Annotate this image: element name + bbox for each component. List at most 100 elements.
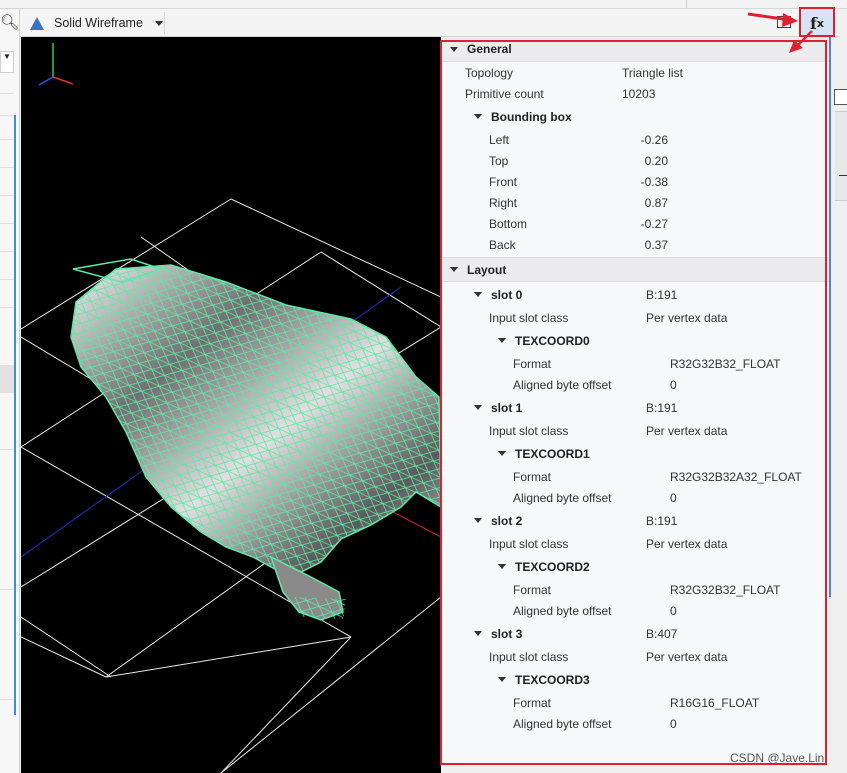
attribute-group[interactable]: TEXCOORD3 [441,667,829,692]
property-label: Input slot class [489,649,569,664]
property-value: -0.27 [640,216,668,231]
property-row-format[interactable]: Format R16G16_FLOAT [441,692,829,713]
left-row-divider [0,167,14,188]
property-label: Front [489,174,518,189]
property-row-input-slot-class[interactable]: Input slot class Per vertex data [441,646,829,667]
slot-header[interactable]: slot 3 B:407 [441,621,829,646]
slot-name: slot 3 [491,626,523,641]
property-value: Per vertex data [646,649,728,664]
left-row-divider [0,699,14,720]
property-label: Back [489,237,516,252]
property-row-input-slot-class[interactable]: Input slot class Per vertex data [441,533,829,554]
property-label: Input slot class [489,310,569,325]
property-label: Left [489,132,510,147]
chevron-down-icon [474,518,482,523]
render-mode-dropdown[interactable]: Solid Wireframe [25,12,165,34]
slot-stride: B:191 [646,400,678,415]
right-dash [839,175,847,176]
left-selected-row[interactable] [0,365,14,393]
attribute-group[interactable]: TEXCOORD0 [441,328,829,353]
property-row-aligned-byte-offset[interactable]: Aligned byte offset 0 [441,487,829,508]
bounding-box-rows: Left -0.26 Top 0.20 Front -0.38 Right 0.87 Botto… [441,129,829,255]
slot-name: slot 0 [491,287,523,302]
property-row-input-slot-class[interactable]: Input slot class Per vertex data [441,307,829,328]
property-value: 0 [670,377,677,392]
fx-icon: f [810,13,817,33]
property-value: R16G16_FLOAT [670,695,760,710]
property-label: Aligned byte offset [513,603,612,618]
property-row-format[interactable]: Format R32G32B32_FLOAT [441,353,829,374]
mesh-body [70,258,441,621]
property-row-aligned-byte-offset[interactable]: Aligned byte offset 0 [441,713,829,734]
bbox-row[interactable]: Front -0.38 [441,171,829,192]
property-row-primitive-count[interactable]: Primitive count 10203 [441,83,829,104]
property-value: 0 [670,716,677,731]
property-value: R32G32B32A32_FLOAT [670,469,802,484]
left-row-divider [0,251,14,272]
fx-button[interactable]: fx [800,9,834,37]
left-row-divider [0,139,14,160]
property-row-input-slot-class[interactable]: Input slot class Per vertex data [441,420,829,441]
bbox-row[interactable]: Bottom -0.27 [441,213,829,234]
attribute-group[interactable]: TEXCOORD2 [441,554,829,579]
property-label: Format [513,695,552,710]
top-strip [0,0,847,9]
slot-stride: B:191 [646,287,678,302]
property-row-aligned-byte-offset[interactable]: Aligned byte offset 0 [441,600,829,621]
bbox-row[interactable]: Right 0.87 [441,192,829,213]
slot-header[interactable]: slot 2 B:191 [441,508,829,533]
property-row-format[interactable]: Format R32G32B32_FLOAT [441,579,829,600]
axis-x-line [52,76,74,85]
window-icon[interactable] [777,16,791,28]
chevron-down-icon [474,631,482,636]
chevron-down-icon [450,267,458,272]
chevron-down-icon [474,405,482,410]
slot-stride: B:407 [646,626,678,641]
slot-header[interactable]: slot 1 B:191 [441,395,829,420]
render-mode-label: Solid Wireframe [54,16,143,30]
chevron-down-icon [450,46,458,52]
property-label: Input slot class [489,423,569,438]
property-label: Aligned byte offset [513,716,612,731]
bbox-row[interactable]: Top 0.20 [441,150,829,171]
mesh-toolbar: Solid Wireframe fx [20,9,840,37]
group-bounding-box[interactable]: Bounding box [441,104,829,129]
bbox-row[interactable]: Back 0.37 [441,234,829,255]
bbox-row[interactable]: Left -0.26 [441,129,829,150]
fx-icon-sub: x [816,16,824,30]
chevron-down-icon [498,451,506,456]
attribute-name: TEXCOORD2 [515,559,590,574]
panel-tab-icon[interactable] [834,89,847,105]
layout-slot-list: slot 0 B:191 Input slot class Per vertex da… [441,282,829,734]
slot-name: slot 2 [491,513,523,528]
property-label: Aligned byte offset [513,490,612,505]
mesh-properties-panel: General Topology Triangle list Primitive… [441,37,829,765]
left-scroll-accent [14,115,16,715]
section-general-title: General [467,42,512,56]
property-value: Triangle list [622,65,683,80]
section-layout[interactable]: Layout [441,257,829,282]
slot-header[interactable]: slot 0 B:191 [441,282,829,307]
property-value: 0.20 [644,153,668,168]
search-icon[interactable]: 🔍︎ [0,13,19,31]
left-row-divider [0,307,14,328]
section-layout-title: Layout [467,262,507,277]
property-label: Top [489,153,509,168]
property-label: Primitive count [465,86,544,101]
property-row-aligned-byte-offset[interactable]: Aligned byte offset 0 [441,374,829,395]
property-row-format[interactable]: Format R32G32B32A32_FLOAT [441,466,829,487]
attribute-name: TEXCOORD3 [515,672,590,687]
chevron-down-icon [498,338,506,343]
mesh-viewport[interactable] [21,37,441,773]
property-label: Right [489,195,518,210]
property-label: Topology [465,65,514,80]
property-row-topology[interactable]: Topology Triangle list [441,62,829,83]
attribute-group[interactable]: TEXCOORD1 [441,441,829,466]
section-general[interactable]: General [441,37,829,62]
right-tab[interactable] [835,111,847,201]
attribute-name: TEXCOORD1 [515,446,590,461]
filter-dropdown[interactable]: ▼ [0,51,14,73]
chevron-down-icon [474,114,482,119]
property-value: R32G32B32_FLOAT [670,582,781,597]
chevron-down-icon [474,292,482,297]
